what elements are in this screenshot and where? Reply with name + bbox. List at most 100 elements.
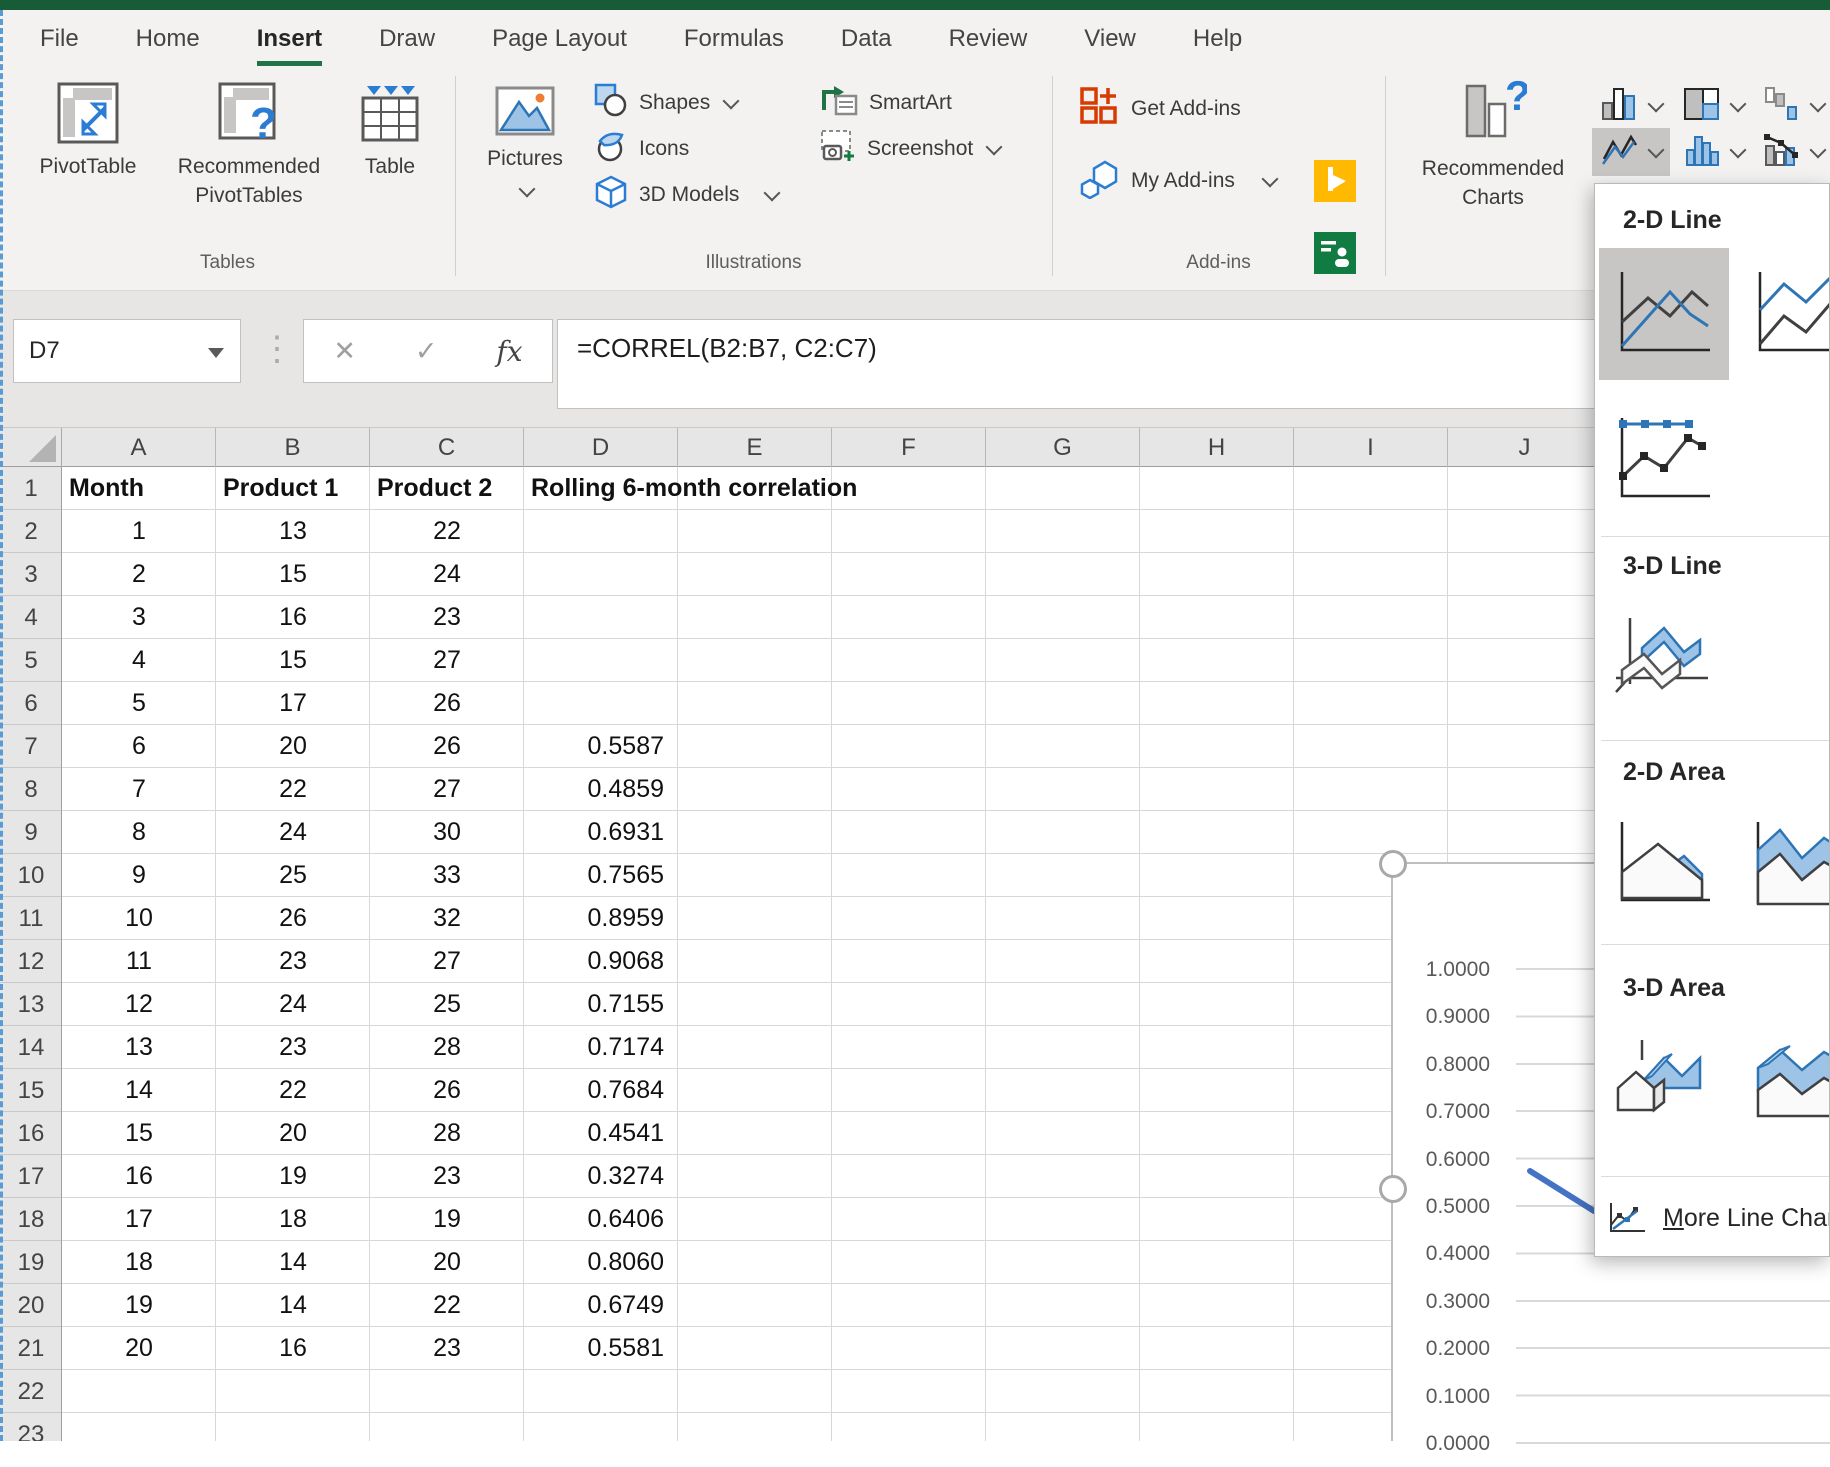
cell-product1[interactable]: 26 xyxy=(216,897,370,940)
cell-product2[interactable]: 28 xyxy=(370,1112,524,1155)
cell-month[interactable]: 12 xyxy=(62,983,216,1026)
cell-correlation[interactable]: 0.6931 xyxy=(524,811,678,854)
insert-function-icon[interactable]: fx xyxy=(496,335,522,368)
table-button[interactable]: Table xyxy=(338,82,442,181)
menu-item-2d-stacked-area[interactable] xyxy=(1737,798,1830,930)
row-header-cell[interactable]: 17 xyxy=(0,1155,62,1198)
cell-product1[interactable]: 23 xyxy=(216,1026,370,1069)
cell-correlation[interactable] xyxy=(524,682,678,725)
menu-item-2d-line-with-markers[interactable] xyxy=(1599,394,1729,526)
tab-help[interactable]: Help xyxy=(1193,25,1242,53)
cell-month[interactable]: 11 xyxy=(62,940,216,983)
row-header-cell[interactable]: 13 xyxy=(0,983,62,1026)
row-header-cell[interactable]: 10 xyxy=(0,854,62,897)
my-addins-button[interactable]: My Add-ins xyxy=(1078,160,1276,202)
cell-product1[interactable]: 20 xyxy=(216,1112,370,1155)
cell-month[interactable]: 14 xyxy=(62,1069,216,1112)
cell-correlation[interactable]: 0.6406 xyxy=(524,1198,678,1241)
cell-correlation[interactable]: 0.3274 xyxy=(524,1155,678,1198)
row-header-cell[interactable]: 6 xyxy=(0,682,62,725)
row-header-cell[interactable]: 1 xyxy=(0,467,62,510)
menu-item-3d-line[interactable] xyxy=(1599,594,1729,726)
cell-product2[interactable]: 27 xyxy=(370,940,524,983)
row-header-cell[interactable]: 5 xyxy=(0,639,62,682)
cell-correlation[interactable]: 0.7684 xyxy=(524,1069,678,1112)
column-header-cell[interactable]: F xyxy=(832,428,986,467)
screenshot-button[interactable]: Screenshot xyxy=(820,128,1000,170)
cell-product1[interactable]: 14 xyxy=(216,1284,370,1327)
cell-product1[interactable]: 23 xyxy=(216,940,370,983)
chart-resize-handle[interactable] xyxy=(1379,850,1407,878)
tab-file[interactable]: File xyxy=(40,25,79,53)
menu-item-2d-stacked-line[interactable] xyxy=(1737,248,1830,380)
shapes-button[interactable]: Shapes xyxy=(594,82,737,124)
column-header-cell[interactable]: D xyxy=(524,428,678,467)
tab-page-layout[interactable]: Page Layout xyxy=(492,25,627,53)
cell-product1[interactable]: 24 xyxy=(216,811,370,854)
cell-correlation[interactable]: 0.4541 xyxy=(524,1112,678,1155)
cell-product2[interactable]: 25 xyxy=(370,983,524,1026)
icons-button[interactable]: Icons xyxy=(594,128,689,170)
cell-product1[interactable]: 18 xyxy=(216,1198,370,1241)
cell-month[interactable]: 17 xyxy=(62,1198,216,1241)
cell-month[interactable]: 6 xyxy=(62,725,216,768)
column-header-cell[interactable]: I xyxy=(1294,428,1448,467)
row-header-cell[interactable]: 22 xyxy=(0,1370,62,1413)
cell-product1[interactable]: 17 xyxy=(216,682,370,725)
header-cell-rolling-correlation[interactable]: Rolling 6-month correlation xyxy=(524,467,678,510)
row-header-cell[interactable]: 20 xyxy=(0,1284,62,1327)
pictures-button[interactable]: Pictures xyxy=(466,86,584,199)
cell-product1[interactable]: 20 xyxy=(216,725,370,768)
cell-month[interactable]: 4 xyxy=(62,639,216,682)
smartart-button[interactable]: SmartArt xyxy=(820,82,952,124)
row-header-cell[interactable]: 7 xyxy=(0,725,62,768)
cell-product2[interactable]: 26 xyxy=(370,682,524,725)
tab-review[interactable]: Review xyxy=(949,25,1028,53)
row-header-cell[interactable]: 3 xyxy=(0,553,62,596)
cell-product2[interactable]: 24 xyxy=(370,553,524,596)
column-header-cell[interactable]: B xyxy=(216,428,370,467)
cell-product1[interactable]: 22 xyxy=(216,768,370,811)
cell-month[interactable]: 1 xyxy=(62,510,216,553)
header-cell-month[interactable]: Month xyxy=(62,467,216,510)
cell-product2[interactable]: 23 xyxy=(370,596,524,639)
insert-line-chart-button[interactable] xyxy=(1592,128,1670,176)
name-box[interactable]: D7 xyxy=(13,319,241,383)
3d-models-button[interactable]: 3D Models xyxy=(594,174,778,216)
cell-correlation[interactable]: 0.7174 xyxy=(524,1026,678,1069)
cell-product2[interactable]: 23 xyxy=(370,1327,524,1370)
cell-correlation[interactable] xyxy=(524,510,678,553)
more-line-charts-item[interactable]: More Line Charts... xyxy=(1607,1192,1830,1244)
cell-month[interactable]: 13 xyxy=(62,1026,216,1069)
insert-statistic-chart-button[interactable] xyxy=(1674,128,1752,176)
get-addins-button[interactable]: Get Add-ins xyxy=(1078,88,1241,130)
cell-product2[interactable]: 33 xyxy=(370,854,524,897)
cell-correlation[interactable]: 0.8060 xyxy=(524,1241,678,1284)
cell-product1[interactable]: 13 xyxy=(216,510,370,553)
formula-bar-grip-icon[interactable]: ⋮ xyxy=(260,329,290,369)
tab-draw[interactable]: Draw xyxy=(379,25,435,53)
cell-month[interactable]: 15 xyxy=(62,1112,216,1155)
tab-data[interactable]: Data xyxy=(841,25,892,53)
cell-correlation[interactable]: 0.6749 xyxy=(524,1284,678,1327)
column-header-cell[interactable]: H xyxy=(1140,428,1294,467)
tab-insert[interactable]: Insert xyxy=(257,25,322,53)
cell-month[interactable]: 7 xyxy=(62,768,216,811)
insert-combo-chart-button[interactable] xyxy=(1754,128,1830,176)
row-header-cell[interactable]: 21 xyxy=(0,1327,62,1370)
cell-product2[interactable]: 30 xyxy=(370,811,524,854)
row-header-cell[interactable]: 15 xyxy=(0,1069,62,1112)
cell-correlation[interactable]: 0.4859 xyxy=(524,768,678,811)
pivottable-button[interactable]: PivotTable xyxy=(22,82,154,181)
cell-correlation[interactable] xyxy=(524,553,678,596)
header-cell-product1[interactable]: Product 1 xyxy=(216,467,370,510)
tab-formulas[interactable]: Formulas xyxy=(684,25,784,53)
cell-product2[interactable]: 22 xyxy=(370,1284,524,1327)
cell-product1[interactable]: 16 xyxy=(216,1327,370,1370)
column-header-cell[interactable]: E xyxy=(678,428,832,467)
name-box-dropdown-icon[interactable] xyxy=(208,348,224,358)
cell-product1[interactable]: 15 xyxy=(216,553,370,596)
cell-correlation[interactable]: 0.7155 xyxy=(524,983,678,1026)
cell-product2[interactable]: 26 xyxy=(370,1069,524,1112)
cell-product2[interactable]: 27 xyxy=(370,639,524,682)
